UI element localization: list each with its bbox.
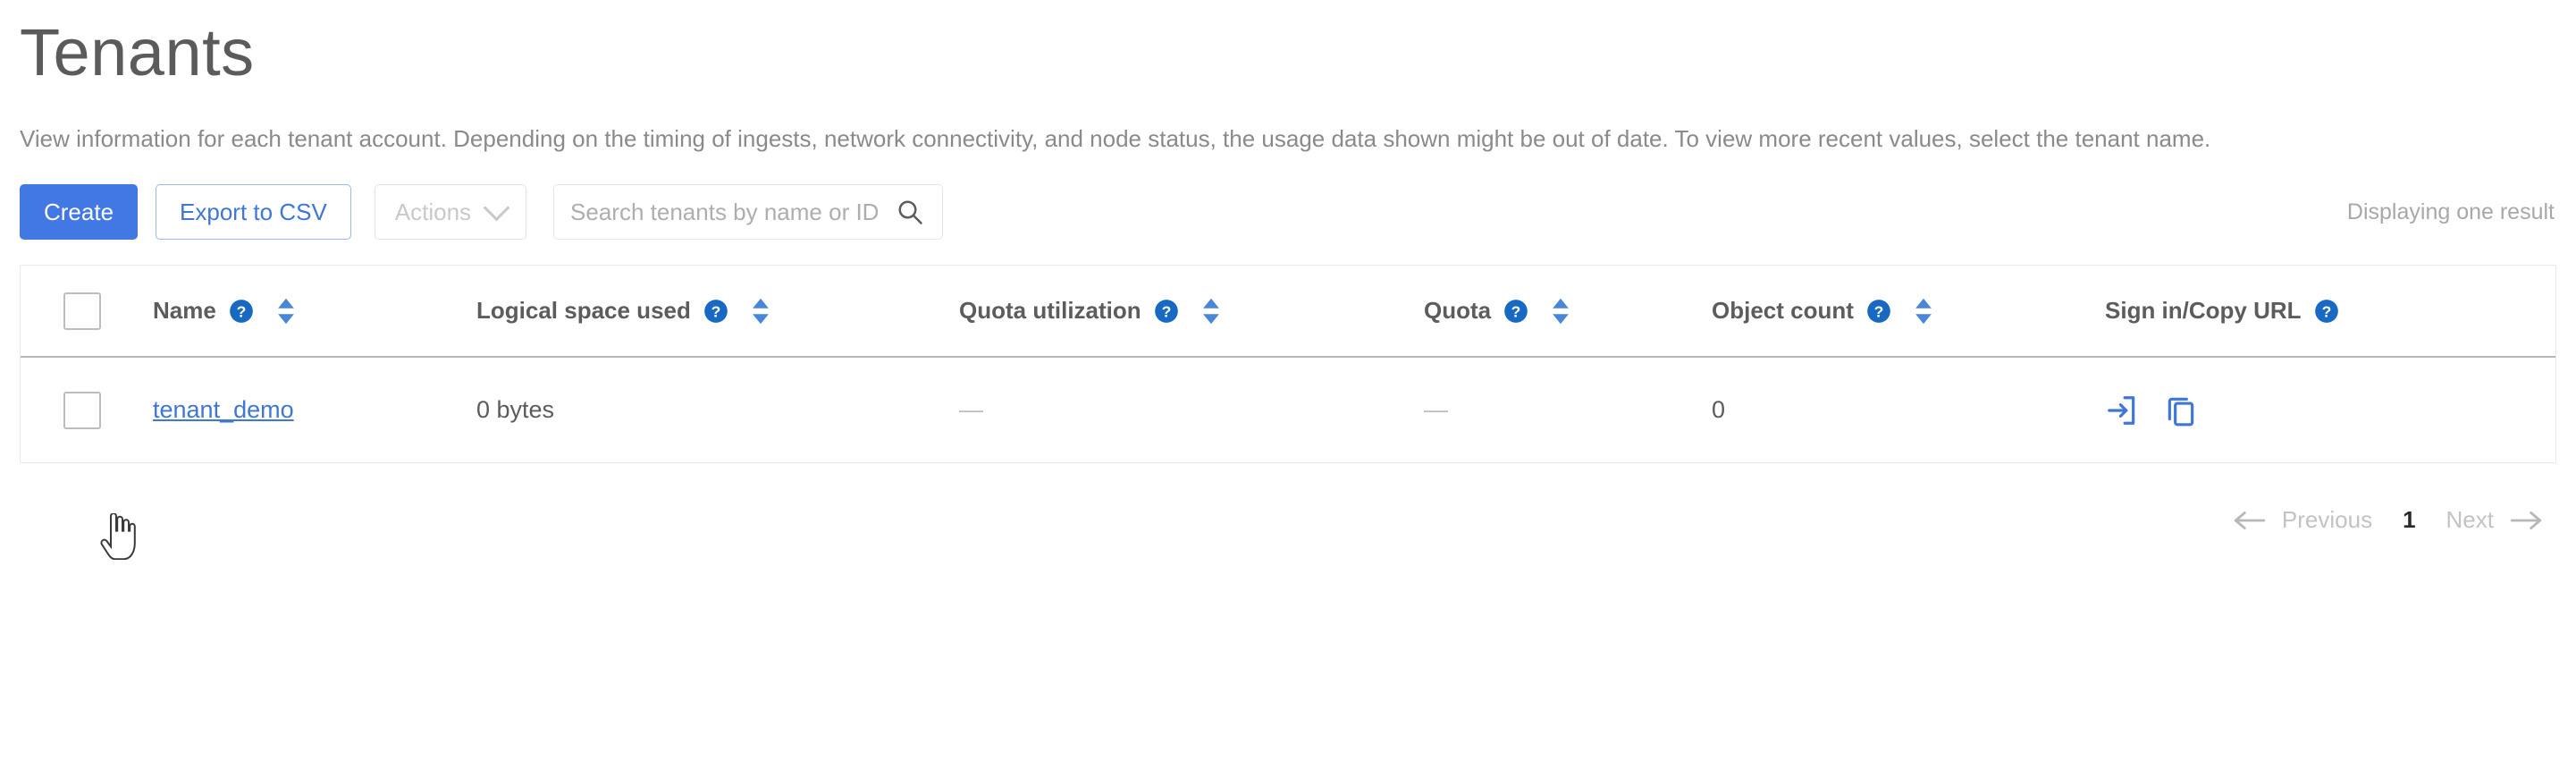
svg-text:?: ? <box>2321 302 2331 320</box>
table-row[interactable]: tenant_demo 0 bytes — — 0 <box>21 357 2555 462</box>
pagination: Previous 1 Next <box>20 506 2556 534</box>
chevron-down-icon <box>483 194 510 222</box>
tenants-table-container: Name ? Logical space used ? Quota utiliz… <box>20 265 2556 464</box>
sort-icon[interactable] <box>1913 297 1934 326</box>
column-header-name[interactable]: Name ? <box>153 266 476 359</box>
search-field-wrapper <box>553 184 944 241</box>
sort-icon[interactable] <box>1550 297 1571 326</box>
svg-text:?: ? <box>1874 302 1884 320</box>
svg-text:?: ? <box>1511 302 1521 320</box>
column-header-quota[interactable]: Quota ? <box>1424 266 1712 359</box>
pagination-previous[interactable]: Previous <box>2268 506 2387 534</box>
tenants-page: Tenants View information for each tenant… <box>0 0 2576 778</box>
cell-quota: — <box>1424 396 1448 424</box>
cell-quota-utilization: — <box>959 396 983 424</box>
create-button[interactable]: Create <box>20 184 139 241</box>
cell-logical-space-used: 0 bytes <box>476 396 555 424</box>
arrow-right-icon[interactable] <box>2508 509 2544 532</box>
copy-icon[interactable] <box>2164 393 2198 427</box>
page-description: View information for each tenant account… <box>20 125 2211 152</box>
sort-icon[interactable] <box>275 297 297 326</box>
column-header-logical-space-used[interactable]: Logical space used ? <box>476 266 959 359</box>
column-label-sign-in-copy-url: Sign in/Copy URL <box>2105 297 2302 325</box>
row-checkbox[interactable] <box>63 391 101 429</box>
sign-in-icon[interactable] <box>2105 393 2139 427</box>
help-icon[interactable]: ? <box>229 299 254 324</box>
column-header-quota-utilization[interactable]: Quota utilization ? <box>959 266 1424 359</box>
table-body: tenant_demo 0 bytes — — 0 <box>21 357 2555 462</box>
help-icon[interactable]: ? <box>1154 299 1179 324</box>
help-icon[interactable]: ? <box>1503 299 1528 324</box>
table-header-row: Name ? Logical space used ? Quota utiliz… <box>21 266 2555 359</box>
svg-text:?: ? <box>1161 302 1171 320</box>
pagination-page-1[interactable]: 1 <box>2387 506 2431 534</box>
select-all-checkbox[interactable] <box>63 292 101 330</box>
column-label-quota: Quota <box>1424 297 1492 325</box>
column-header-sign-in-copy-url: Sign in/Copy URL ? <box>2105 266 2555 359</box>
help-icon[interactable]: ? <box>703 299 728 324</box>
cell-object-count: 0 <box>1712 396 1726 424</box>
tenant-name-link[interactable]: tenant_demo <box>153 396 294 423</box>
select-all-header <box>21 266 153 359</box>
cell-name: tenant_demo <box>153 357 476 462</box>
column-label-object-count: Object count <box>1712 297 1854 325</box>
result-count-label: Displaying one result <box>2346 199 2555 224</box>
tenants-table: Name ? Logical space used ? Quota utiliz… <box>21 266 2555 462</box>
row-select-cell <box>21 357 153 462</box>
help-icon[interactable]: ? <box>1866 299 1891 324</box>
pagination-next[interactable]: Next <box>2432 506 2508 534</box>
column-header-object-count[interactable]: Object count ? <box>1712 266 2105 359</box>
svg-text:?: ? <box>236 302 246 320</box>
sort-icon[interactable] <box>750 297 771 326</box>
column-label-logical-space-used: Logical space used <box>476 297 691 325</box>
svg-text:?: ? <box>711 302 721 320</box>
toolbar: Create Export to CSV Actions Displaying … <box>20 184 2556 241</box>
actions-dropdown-button[interactable]: Actions <box>374 184 527 241</box>
cell-sign-in-copy-url <box>2105 357 2555 462</box>
export-to-csv-button[interactable]: Export to CSV <box>156 184 351 241</box>
search-input[interactable] <box>553 184 944 241</box>
actions-label: Actions <box>394 198 472 225</box>
sort-icon[interactable] <box>1200 297 1222 326</box>
column-label-quota-utilization: Quota utilization <box>959 297 1141 325</box>
column-label-name: Name <box>153 297 216 325</box>
table-header: Name ? Logical space used ? Quota utiliz… <box>21 266 2555 359</box>
arrow-left-icon[interactable] <box>2232 509 2268 532</box>
help-icon[interactable]: ? <box>2314 299 2339 324</box>
page-title: Tenants <box>20 15 255 89</box>
